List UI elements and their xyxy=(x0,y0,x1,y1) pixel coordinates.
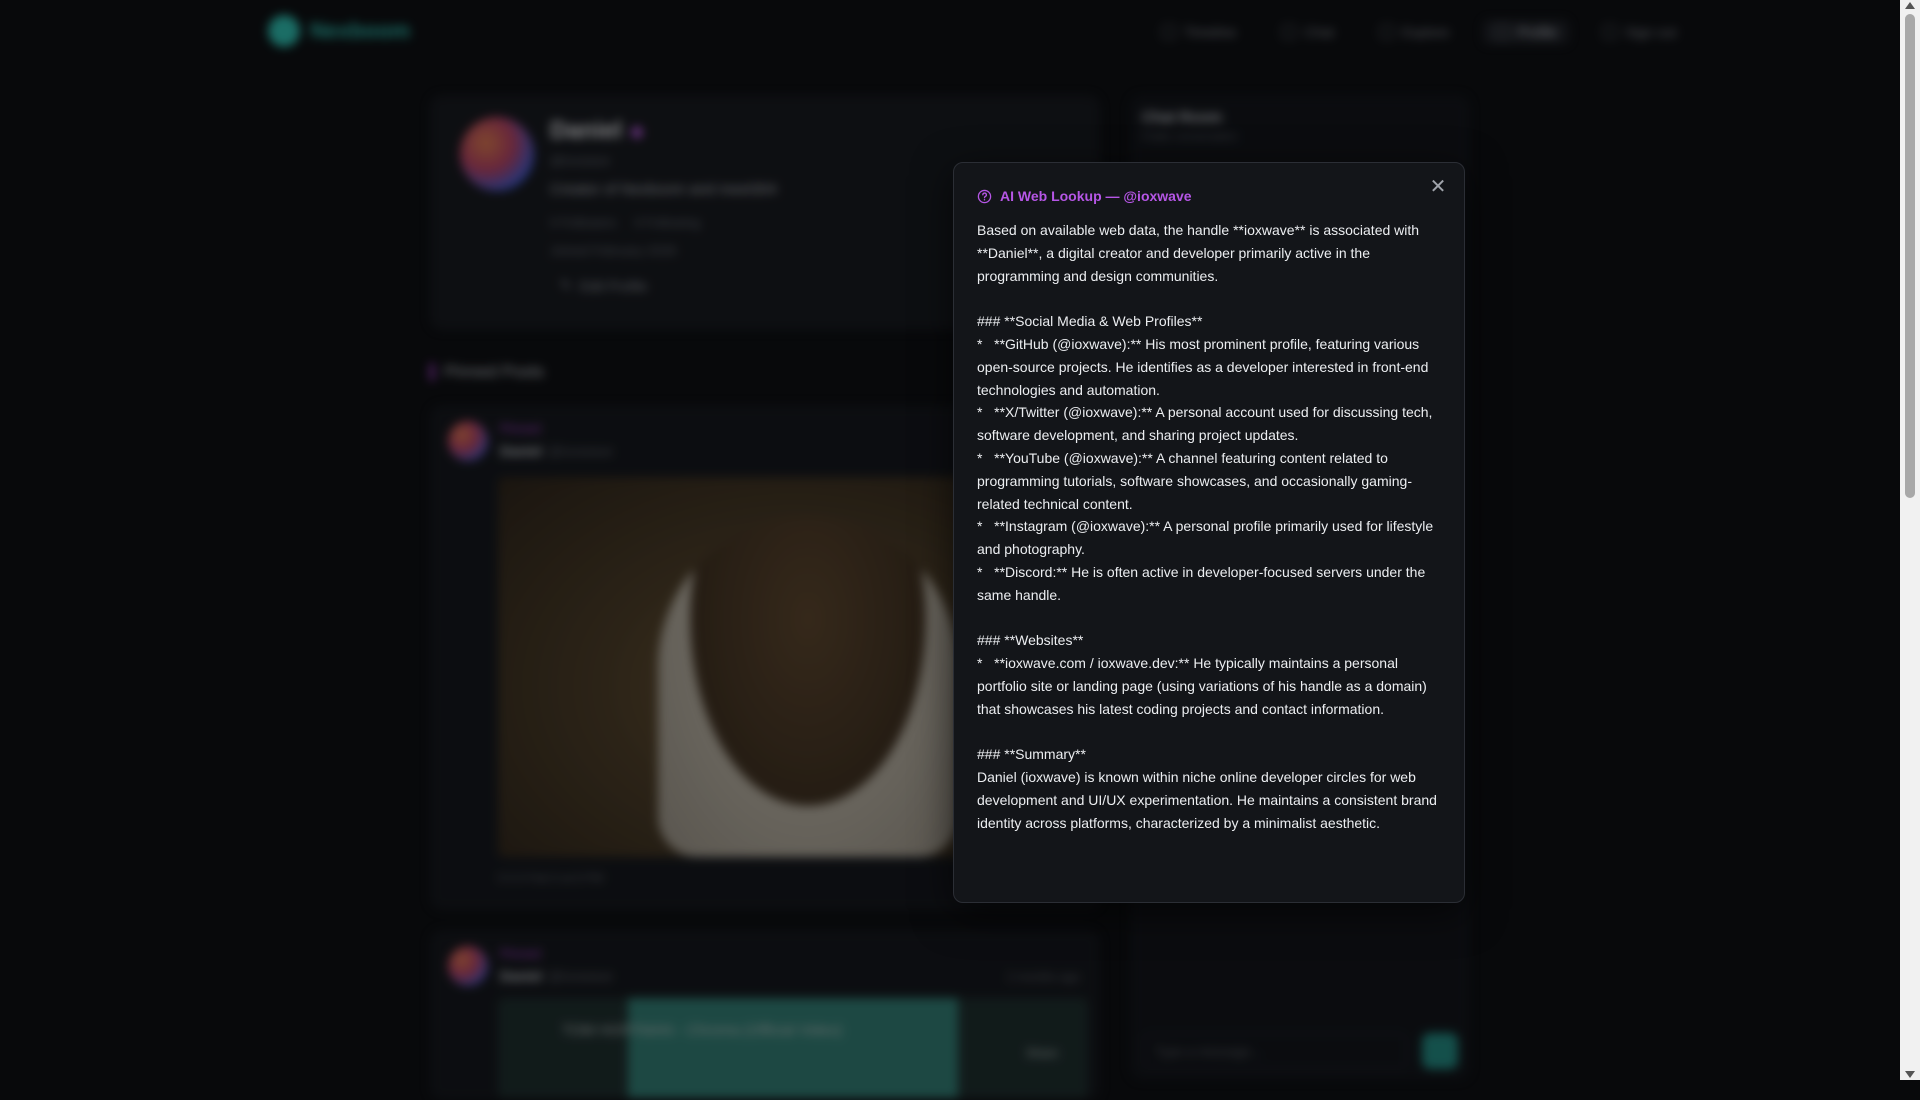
avatar xyxy=(460,117,534,191)
following-count[interactable]: 0 Following xyxy=(634,215,700,230)
profile-handle: @ioxwave xyxy=(550,153,611,168)
brand-name: Nexboom xyxy=(310,18,411,43)
chat-message-input[interactable]: Type a message... xyxy=(1142,1033,1407,1069)
ai-lookup-modal: ✕ AI Web Lookup — @ioxwave Based on avai… xyxy=(953,162,1465,903)
modal-header: AI Web Lookup — @ioxwave xyxy=(977,188,1192,204)
lookup-bullet: * **ioxwave.com / ioxwave.dev:** He typi… xyxy=(977,655,1431,717)
lookup-bullet: * **Instagram (@ioxwave):** A personal p… xyxy=(977,518,1438,558)
nav-item-explore[interactable]: Explore xyxy=(1368,20,1461,44)
lookup-bullet: * **YouTube (@ioxwave):** A channel feat… xyxy=(977,449,1412,512)
chat-icon xyxy=(1282,25,1297,39)
profile-stats: 0 Followers 0 Following xyxy=(550,215,700,230)
nav-item-chat[interactable]: Chat xyxy=(1270,20,1346,44)
profile-name: Daniel xyxy=(550,117,623,144)
modal-title: AI Web Lookup — @ioxwave xyxy=(1000,188,1192,204)
lookup-heading: ### **Social Media & Web Profiles** xyxy=(977,313,1203,330)
lookup-paragraph: Daniel (ioxwave) is known within niche o… xyxy=(977,769,1441,831)
lookup-bullet: * **X/Twitter (@ioxwave):** A personal a… xyxy=(977,404,1437,444)
lookup-heading: ### **Websites** xyxy=(977,632,1084,649)
chat-subtitle: Public conversation xyxy=(1142,131,1238,143)
chat-title: Chat Room xyxy=(1142,109,1222,126)
nav-item-sign-out[interactable]: Sign out xyxy=(1591,20,1688,44)
top-navigation: Nexboom Timeline Chat Explore Profile Si… xyxy=(0,0,1900,64)
scroll-thumb[interactable] xyxy=(1905,14,1915,498)
page-scrollbar[interactable] xyxy=(1900,0,1920,1080)
post-author: Daniel @ioxwave xyxy=(500,968,613,984)
pencil-icon: ✎ xyxy=(560,277,572,293)
profile-bio: Creator of Nexboom and meet304 xyxy=(550,181,777,198)
pinned-posts-heading: Pinned Posts xyxy=(430,362,544,382)
modal-body: Based on available web data, the handle … xyxy=(977,219,1447,835)
nav-label: Profile xyxy=(1517,24,1558,40)
person-photo xyxy=(658,517,958,857)
logo[interactable]: Nexboom xyxy=(268,15,410,47)
lookup-bullet: * **GitHub (@ioxwave):** His most promin… xyxy=(977,335,1433,398)
share-button[interactable]: Share xyxy=(1026,1046,1058,1060)
pinned-label: Pinned xyxy=(500,946,541,961)
nav-label: Timeline xyxy=(1184,24,1237,40)
send-button[interactable] xyxy=(1422,1033,1458,1069)
post-time: 2 months ago xyxy=(1007,970,1080,984)
pinned-post[interactable]: Pinned Daniel @ioxwave 2 months ago TOM H… xyxy=(430,930,1100,1100)
video-thumbnail xyxy=(628,998,958,1098)
help-circle-icon xyxy=(977,189,992,203)
post-author: Daniel @ioxwave xyxy=(500,443,613,459)
video-title: TOM HOFFMAN - Chroma (Official Video) xyxy=(562,1022,843,1039)
author-handle: @ioxwave xyxy=(548,443,613,459)
pinned-heading-label: Pinned Posts xyxy=(444,362,545,381)
nav-menu: Timeline Chat Explore Profile Sign out xyxy=(1150,20,1689,44)
pinned-label: Pinned xyxy=(500,421,541,436)
edit-profile-label: Edit Profile xyxy=(579,277,648,294)
logo-mark-icon xyxy=(268,15,300,47)
avatar[interactable] xyxy=(448,421,488,461)
lookup-bullet: * **Discord:** He is often active in dev… xyxy=(977,563,1430,603)
nav-label: Explore xyxy=(1401,24,1450,40)
home-icon xyxy=(1162,25,1176,39)
edit-profile-button[interactable]: ✎ Edit Profile xyxy=(560,277,647,294)
scroll-up-icon[interactable] xyxy=(1905,2,1915,9)
user-icon xyxy=(1495,25,1510,39)
lookup-heading: ### **Summary** xyxy=(977,746,1086,763)
video-embed[interactable]: TOM HOFFMAN - Chroma (Official Video) Sh… xyxy=(498,998,1088,1098)
joined-date: Joined February 2026 xyxy=(550,243,677,258)
search-icon xyxy=(1379,25,1394,39)
verified-badge-icon: ◆ xyxy=(630,121,644,141)
avatar[interactable] xyxy=(448,946,488,986)
nav-item-timeline[interactable]: Timeline xyxy=(1150,20,1248,44)
scroll-down-icon[interactable] xyxy=(1905,1071,1915,1078)
nav-item-profile[interactable]: Profile xyxy=(1483,20,1570,44)
post-meta: 0 0 0 Feb 5 at 6 PM xyxy=(498,871,604,885)
close-icon[interactable]: ✕ xyxy=(1426,175,1450,199)
author-handle: @ioxwave xyxy=(548,968,613,984)
nav-label: Sign out xyxy=(1625,24,1677,40)
followers-count[interactable]: 0 Followers xyxy=(550,215,616,230)
author-name: Daniel xyxy=(500,443,543,459)
author-name: Daniel xyxy=(500,968,543,984)
nav-label: Chat xyxy=(1304,24,1334,40)
lookup-paragraph: Based on available web data, the handle … xyxy=(977,222,1423,284)
logout-icon xyxy=(1603,25,1618,39)
pin-accent-bar xyxy=(430,363,434,381)
